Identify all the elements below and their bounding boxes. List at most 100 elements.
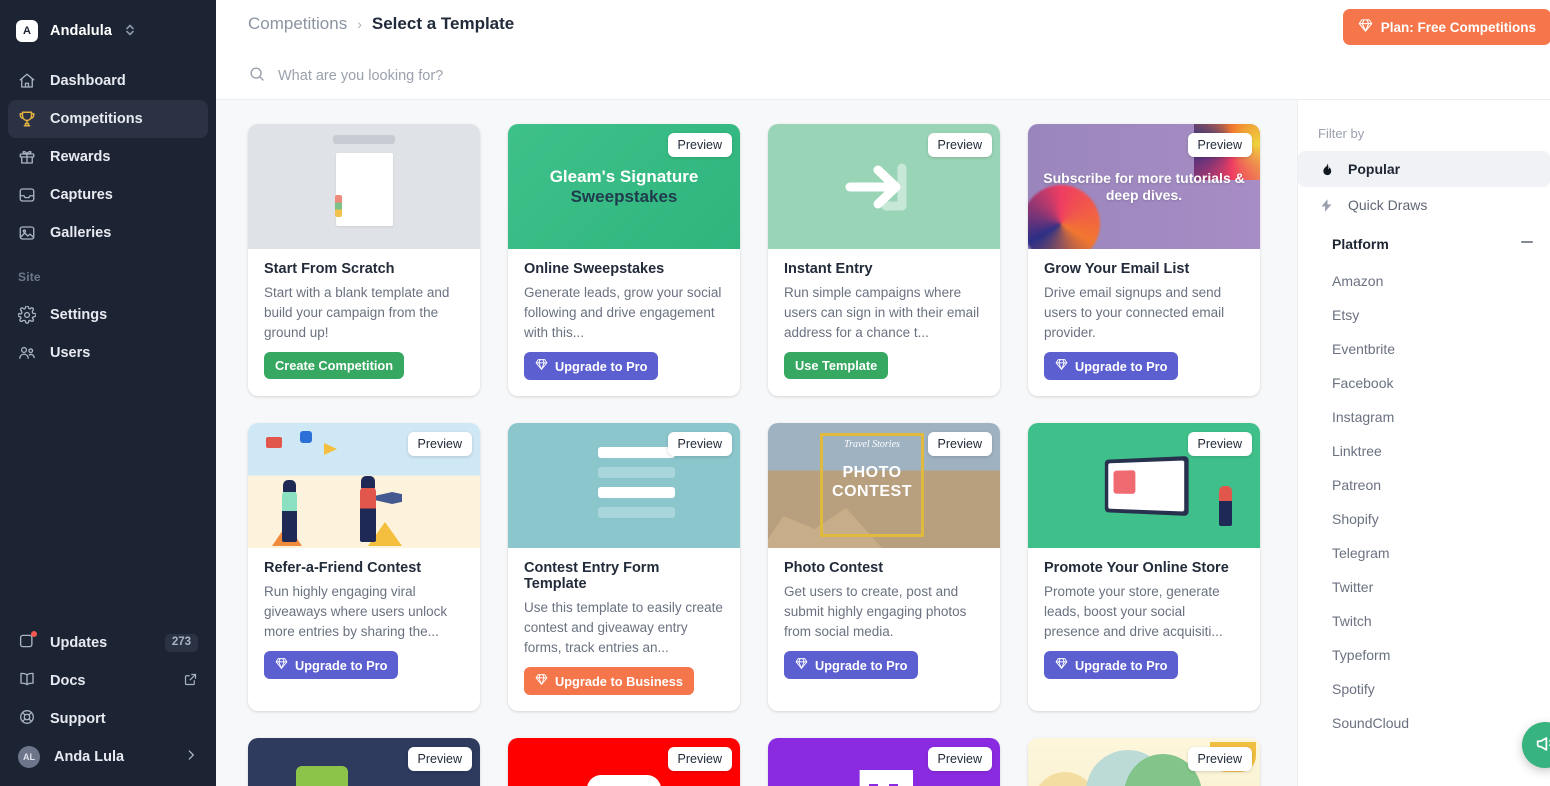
preview-button[interactable]: Preview [667, 747, 732, 771]
image-icon [18, 224, 36, 242]
diamond-icon [1055, 358, 1068, 374]
platform-filter-item[interactable]: Facebook [1298, 366, 1550, 400]
preview-button[interactable]: Preview [1187, 432, 1252, 456]
template-cta-button[interactable]: Upgrade to Pro [264, 651, 399, 679]
template-card[interactable]: Preview Contest Entry Form Template Use th… [508, 423, 740, 711]
main-region: Competitions › Select a Template Plan: F… [216, 0, 1550, 786]
template-card[interactable]: Preview [248, 738, 480, 786]
search-input[interactable] [278, 68, 1518, 84]
template-card-body: Online Sweepstakes Generate leads, grow y… [508, 249, 740, 396]
template-card[interactable]: Preview Instant Entry Run simple campaigns… [768, 124, 1000, 396]
platform-filter-item[interactable]: Twitch [1298, 604, 1550, 638]
sidebar-item-rewards[interactable]: Rewards [8, 138, 208, 176]
template-description: Use this template to easily create conte… [524, 600, 723, 655]
template-card[interactable]: Subscribe for more tutorials & deep dive… [1028, 124, 1260, 396]
preview-button[interactable]: Preview [927, 747, 992, 771]
template-title: Start From Scratch [264, 261, 395, 277]
template-thumbnail: Preview [768, 124, 1000, 249]
preview-button[interactable]: Preview [407, 432, 472, 456]
sidebar-item-updates[interactable]: Updates 273 [8, 624, 208, 662]
template-title: Online Sweepstakes [524, 261, 665, 277]
template-card[interactable]: Preview [768, 738, 1000, 786]
platform-filter-item[interactable]: Patreon [1298, 468, 1550, 502]
template-thumbnail: Gleam's Signature Sweepstakes Preview [508, 124, 740, 249]
plan-button[interactable]: Plan: Free Competitions [1342, 9, 1550, 45]
sidebar-item-label: Updates [50, 635, 108, 651]
filter-quick-draws[interactable]: Quick Draws [1298, 187, 1550, 223]
preview-button[interactable]: Preview [667, 432, 732, 456]
platform-filter-item[interactable]: Eventbrite [1298, 332, 1550, 366]
workspace-switcher[interactable]: A Andalula [0, 0, 216, 56]
platform-filter-item[interactable]: Twitter [1298, 570, 1550, 604]
platform-filter-item[interactable]: Amazon [1298, 264, 1550, 298]
template-grid: Start From Scratch Start with a blank tem… [248, 124, 1288, 786]
page-header: Competitions › Select a Template Plan: F… [216, 0, 1550, 100]
sidebar-item-users[interactable]: Users [8, 334, 208, 372]
search-bar[interactable] [248, 60, 1518, 92]
template-description: Promote your store, generate leads, boos… [1044, 584, 1223, 639]
template-title: Photo Contest [784, 560, 884, 576]
gift-icon [18, 148, 36, 166]
template-cta-button[interactable]: Use Template [784, 352, 889, 379]
platform-filter-item[interactable]: Typeform [1298, 638, 1550, 672]
sidebar-item-captures[interactable]: Captures [8, 176, 208, 214]
platform-filter-item[interactable]: Instagram [1298, 400, 1550, 434]
diamond-icon [535, 358, 548, 374]
template-description: Drive email signups and send users to yo… [1044, 285, 1225, 340]
book-icon [18, 670, 36, 692]
sidebar-item-docs[interactable]: Docs [8, 662, 208, 700]
updates-count-badge: 273 [164, 634, 198, 652]
template-card[interactable]: Travel Stories PHOTO CONTEST Preview Photo … [768, 423, 1000, 711]
page-title: Select a Template [371, 14, 515, 33]
preview-button[interactable]: Preview [1187, 133, 1252, 157]
diamond-icon [795, 657, 808, 673]
sidebar-item-settings[interactable]: Settings [8, 296, 208, 334]
preview-button[interactable]: Preview [667, 133, 732, 157]
platform-filter-item[interactable]: Spotify [1298, 672, 1550, 706]
preview-button[interactable]: Preview [927, 432, 992, 456]
template-cta-button[interactable]: Upgrade to Pro [524, 352, 659, 380]
breadcrumb-parent[interactable]: Competitions [248, 14, 347, 34]
template-description: Run highly engaging viral giveaways wher… [264, 584, 448, 639]
template-cta-button[interactable]: Upgrade to Pro [1044, 352, 1179, 380]
users-icon [18, 344, 36, 362]
template-card[interactable]: Start From Scratch Start with a blank tem… [248, 124, 480, 396]
sidebar-item-account[interactable]: AL Anda Lula [8, 738, 208, 776]
filter-sidebar: Filter by Popular Quick Draws Platform A… [1297, 100, 1550, 786]
template-cta-button[interactable]: Upgrade to Pro [784, 651, 919, 679]
template-card[interactable]: Preview [1028, 738, 1260, 786]
filter-group-platform[interactable]: Platform [1298, 223, 1550, 264]
template-thumbnail: Travel Stories PHOTO CONTEST Preview [768, 423, 1000, 548]
platform-filter-item[interactable]: Linktree [1298, 434, 1550, 468]
filter-popular[interactable]: Popular [1298, 151, 1550, 187]
sidebar-item-label: Support [50, 711, 106, 727]
sidebar-item-galleries[interactable]: Galleries [8, 214, 208, 252]
sidebar-item-label: Docs [50, 673, 86, 689]
gear-icon [18, 306, 36, 324]
sidebar-item-dashboard[interactable]: Dashboard [8, 62, 208, 100]
sidebar-item-support[interactable]: Support [8, 700, 208, 738]
sidebar-item-label: Competitions [50, 111, 143, 127]
chevron-right-icon: › [357, 16, 362, 32]
preview-button[interactable]: Preview [407, 747, 472, 771]
template-card[interactable]: Preview Refer-a-Friend Contest Run highly … [248, 423, 480, 711]
template-cta-button[interactable]: Upgrade to Business [524, 667, 694, 695]
preview-button[interactable]: Preview [927, 133, 992, 157]
platform-filter-item[interactable]: Shopify [1298, 502, 1550, 536]
sidebar-item-label: Galleries [50, 225, 112, 241]
template-thumbnail: Preview [248, 423, 480, 548]
template-cta-button[interactable]: Create Competition [264, 352, 405, 379]
template-cta-label: Upgrade to Business [555, 673, 683, 689]
preview-button[interactable]: Preview [1187, 747, 1252, 771]
platform-filter-item[interactable]: Telegram [1298, 536, 1550, 570]
template-thumbnail: Subscribe for more tutorials & deep dive… [1028, 124, 1260, 249]
platform-filter-item[interactable]: SoundCloud [1298, 706, 1550, 740]
template-card[interactable]: Preview [508, 738, 740, 786]
template-card[interactable]: Gleam's Signature Sweepstakes Preview Onlin… [508, 124, 740, 396]
template-card[interactable]: Preview Promote Your Online Store Promote … [1028, 423, 1260, 711]
sidebar-item-competitions[interactable]: Competitions [8, 100, 208, 138]
diamond-icon [1358, 18, 1373, 36]
template-cta-button[interactable]: Upgrade to Pro [1044, 651, 1179, 679]
platform-filter-item[interactable]: Etsy [1298, 298, 1550, 332]
template-title: Grow Your Email List [1044, 261, 1190, 277]
